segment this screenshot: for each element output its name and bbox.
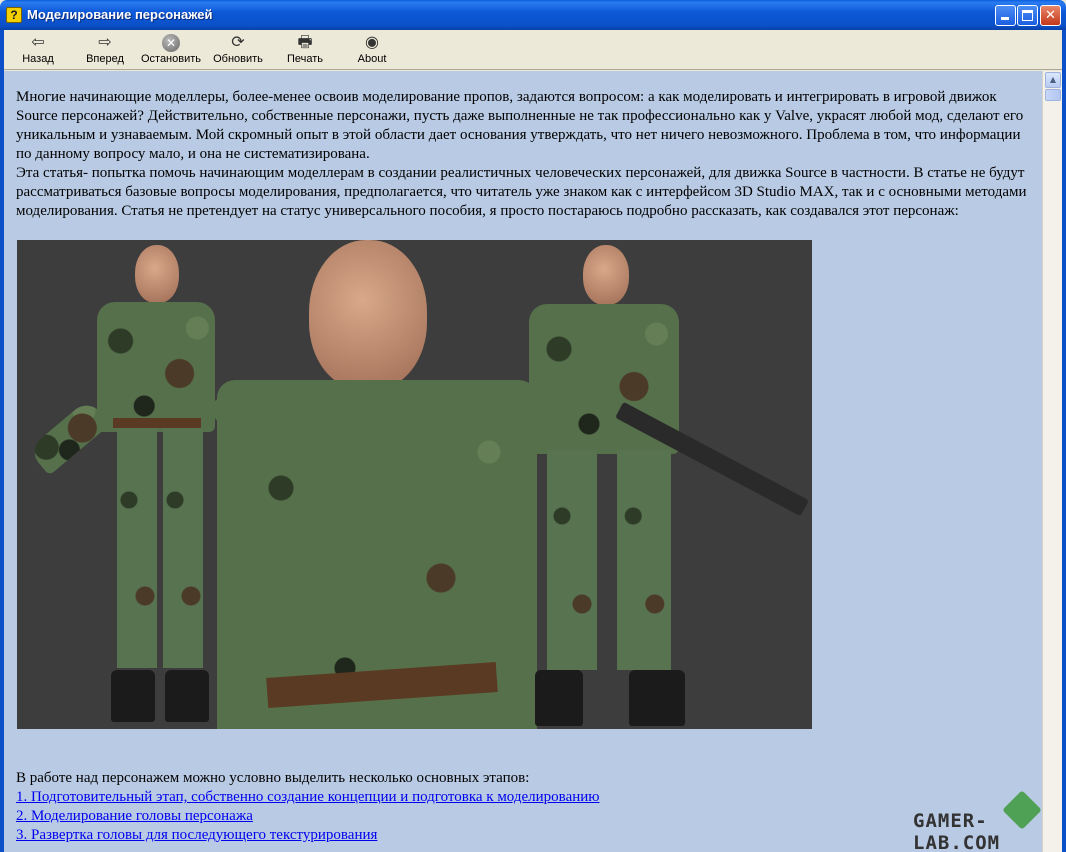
watermark-text: GAMER-LAB.COM: [913, 810, 1001, 852]
print-button[interactable]: 🖶 Печать: [284, 32, 326, 68]
about-button[interactable]: ◉ About: [354, 32, 390, 68]
article-paragraph: Многие начинающие моделлеры, более-менее…: [16, 89, 1024, 162]
window-title: Моделирование персонажей: [27, 7, 213, 22]
refresh-button[interactable]: ⟳ Обновить: [211, 32, 265, 68]
article-body: Многие начинающие моделлеры, более-менее…: [16, 88, 1036, 221]
stage-link-3[interactable]: 3. Развертка головы для последующего тек…: [16, 826, 1036, 845]
window-frame-right: [1062, 30, 1066, 852]
print-label: Печать: [286, 53, 324, 65]
refresh-icon: ⟳: [231, 32, 245, 51]
stop-label: Остановить: [140, 53, 202, 65]
refresh-label: Обновить: [213, 53, 263, 65]
vertical-scrollbar[interactable]: ▲: [1042, 71, 1062, 852]
printer-icon: 🖶: [297, 32, 313, 51]
title-bar: ? Моделирование персонажей ✕: [0, 0, 1066, 30]
forward-label: Вперед: [86, 53, 124, 65]
character-render-image: [17, 240, 812, 729]
content-area: Многие начинающие моделлеры, более-менее…: [4, 71, 1042, 852]
arrow-right-icon: ⇨: [98, 32, 112, 51]
close-button[interactable]: ✕: [1040, 5, 1061, 26]
stop-icon: ✕: [162, 34, 180, 52]
forward-button[interactable]: ⇨ Вперед: [82, 32, 128, 68]
stages-section: В работе над персонажем можно условно вы…: [16, 769, 1036, 845]
help-question-icon: ?: [6, 7, 22, 23]
article-paragraph: Эта статья- попытка помочь начинающим мо…: [16, 165, 1027, 219]
minimize-button[interactable]: [995, 5, 1016, 26]
toolbar: ⇦ Назад ⇨ Вперед ✕ Остановить ⟳ Обновить…: [4, 30, 1062, 70]
back-button[interactable]: ⇦ Назад: [18, 32, 58, 68]
stages-intro: В работе над персонажем можно условно вы…: [16, 770, 530, 786]
scrollbar-thumb[interactable]: [1045, 89, 1061, 101]
stage-link-2[interactable]: 2. Моделирование головы персонажа: [16, 807, 1036, 826]
about-label: About: [357, 53, 387, 65]
about-icon: ◉: [365, 32, 379, 51]
maximize-button[interactable]: [1017, 5, 1038, 26]
arrow-left-icon: ⇦: [31, 32, 45, 51]
stage-link-1[interactable]: 1. Подготовительный этап, собственно соз…: [16, 788, 1036, 807]
stop-button[interactable]: ✕ Остановить: [138, 32, 204, 68]
back-label: Назад: [22, 53, 54, 65]
scroll-up-button[interactable]: ▲: [1045, 72, 1061, 88]
